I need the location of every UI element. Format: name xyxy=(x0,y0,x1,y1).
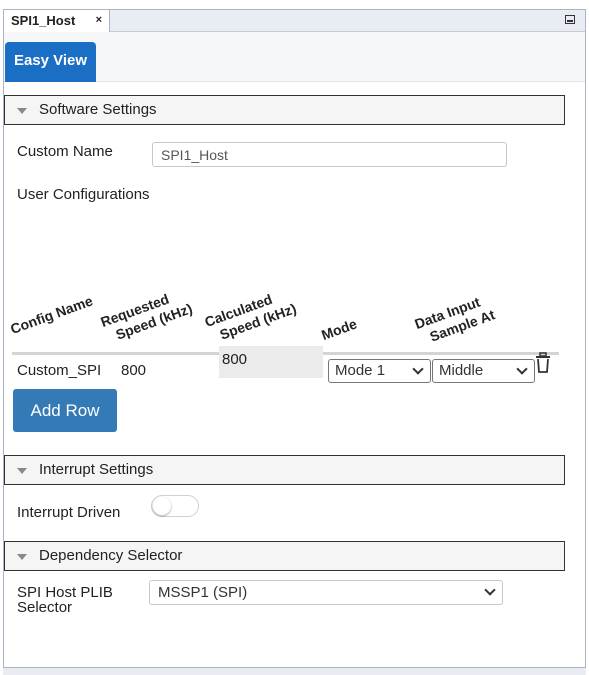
bottom-edge xyxy=(3,668,586,675)
row-config-name: Custom_SPI xyxy=(17,362,102,379)
custom-name-input[interactable] xyxy=(152,142,507,167)
interrupt-driven-label: Interrupt Driven xyxy=(17,504,121,521)
spi-host-plib-label-line2: Selector xyxy=(17,599,73,616)
row-calculated-speed-value: 800 xyxy=(222,351,248,368)
interrupt-driven-toggle[interactable] xyxy=(151,495,199,517)
user-configurations-label: User Configurations xyxy=(17,186,150,203)
sample-at-select-value: Middle xyxy=(439,362,484,379)
chevron-down-icon xyxy=(412,363,424,375)
sample-at-select[interactable]: Middle xyxy=(432,359,535,383)
tab-easy-view[interactable]: Easy View xyxy=(5,42,96,82)
interrupt-settings-header[interactable]: Interrupt Settings xyxy=(4,455,565,485)
title-bar: SPI1_Host × xyxy=(4,10,585,32)
plib-selector-select[interactable]: MSSP1 (SPI) xyxy=(149,580,503,605)
software-settings-title: Software Settings xyxy=(39,101,157,118)
add-row-button[interactable]: Add Row xyxy=(13,389,117,432)
trash-icon[interactable] xyxy=(535,352,551,374)
document-tab[interactable]: SPI1_Host × xyxy=(4,10,110,32)
mode-select[interactable]: Mode 1 xyxy=(328,359,431,383)
custom-name-label: Custom Name xyxy=(17,143,113,160)
spi-host-plib-label: SPI Host PLIB Selector xyxy=(17,585,113,615)
view-tabstrip: Easy View xyxy=(4,32,585,82)
close-icon[interactable]: × xyxy=(96,10,102,31)
document-tab-title: SPI1_Host xyxy=(11,13,76,28)
chevron-down-icon xyxy=(516,363,528,375)
collapse-triangle-icon xyxy=(17,468,27,474)
row-calculated-speed: 800 xyxy=(219,346,323,378)
interrupt-settings-title: Interrupt Settings xyxy=(39,461,154,478)
chevron-down-icon xyxy=(484,584,496,596)
minimize-icon[interactable] xyxy=(565,15,575,24)
collapse-triangle-icon xyxy=(17,554,27,560)
collapse-triangle-icon xyxy=(17,108,27,114)
row-requested-speed[interactable]: 800 xyxy=(121,362,146,379)
plib-selector-value: MSSP1 (SPI) xyxy=(158,584,248,601)
dependency-selector-title: Dependency Selector xyxy=(39,547,183,564)
mode-select-value: Mode 1 xyxy=(335,362,386,379)
toggle-knob xyxy=(153,497,171,515)
spi-host-plib-label-line1: SPI Host PLIB xyxy=(17,584,113,601)
dependency-selector-header[interactable]: Dependency Selector xyxy=(4,541,565,571)
software-settings-header[interactable]: Software Settings xyxy=(4,95,565,125)
